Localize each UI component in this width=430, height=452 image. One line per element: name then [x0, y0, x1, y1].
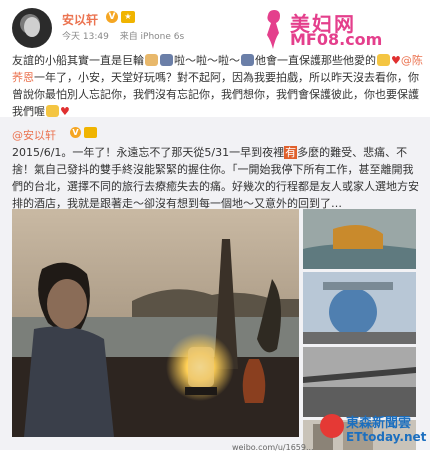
repost-card[interactable]: @安以轩 V 2015/6/1。一年了！永遠忘不了那天從5/31一早到夜裡有多麼… [0, 117, 430, 452]
avatar[interactable] [12, 8, 52, 48]
post-text-part: 友誼的小船其實一直是巨輪 [12, 54, 144, 67]
author-name[interactable]: 安以轩 [62, 11, 98, 28]
watermark-cn: 東森新聞雲 [346, 416, 412, 431]
watermark-en: MF08.com [290, 30, 383, 49]
thumbnail-photo[interactable] [303, 272, 416, 344]
post-source[interactable]: 来自 iPhone 6s [120, 32, 185, 42]
verified-icon: V [106, 11, 118, 23]
picture-emoji-icon [160, 54, 173, 66]
cry-emoji-icon [377, 54, 390, 66]
level-badge-icon: ★ [121, 11, 135, 23]
main-photo[interactable] [12, 209, 299, 437]
ettoday-watermark: 東森新聞雲 ETtoday.net [318, 410, 428, 450]
weibo-post: 安以轩 V ★ 今天 13:49 来自 iPhone 6s 美妇网 MF08.c… [0, 0, 430, 452]
woman-silhouette-icon [267, 10, 280, 49]
post-text: 友誼的小船其實一直是巨輪 啦～啦～啦～ 他會一直保護那些他愛的 ♥@陈荞恩一年了，小安… [12, 52, 424, 120]
image-caption: weibo.com/u/1659... [232, 443, 314, 452]
watermark-logo: 美妇网 MF08.com [260, 6, 400, 50]
thumbnail-photo[interactable] [303, 209, 416, 269]
verified-icon: V [70, 127, 81, 138]
boat-emoji-icon [145, 54, 158, 66]
thumbnail-photo[interactable] [303, 347, 416, 417]
post-time: 今天 13:49 [62, 32, 109, 42]
level-badge-icon [84, 127, 97, 138]
cry-emoji-icon [46, 105, 59, 117]
post-text-part: 他會一直保護那些他愛的 [255, 54, 376, 67]
repost-text: 2015/6/1。一年了！永遠忘不了那天從5/31一早到夜裡有多麼的難受、悲痛、… [12, 144, 422, 212]
heart-icon: ♥ [391, 54, 401, 67]
highlight-text: 有 [284, 146, 298, 159]
post-text-part: 一年了，小安，天堂好玩嗎？對不起阿，因為我要拍戲，所以昨天沒去看你，你曾說你最怕… [12, 71, 419, 118]
repost-author[interactable]: @安以轩 [12, 127, 56, 143]
picture-emoji-icon [241, 54, 254, 66]
repost-text-part: 2015/6/1。一年了！永遠忘不了那天從5/31一早到夜裡 [12, 146, 285, 159]
watermark-en: ETtoday.net [346, 430, 427, 444]
post-text-part: 啦～啦～啦～ [174, 54, 240, 67]
ettoday-logo-icon [320, 414, 344, 438]
post-meta: 今天 13:49 来自 iPhone 6s [62, 29, 192, 42]
